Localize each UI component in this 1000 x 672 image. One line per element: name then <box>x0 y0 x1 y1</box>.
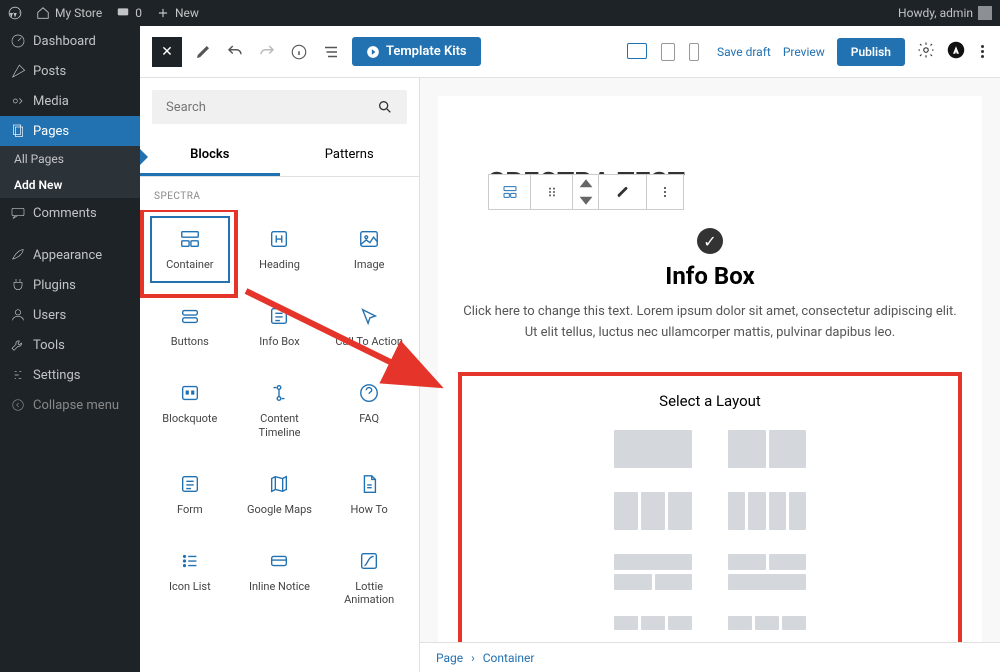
howdy-user[interactable]: Howdy, admin <box>898 6 992 20</box>
preview-link[interactable]: Preview <box>783 45 825 59</box>
layout-option-1col[interactable] <box>614 430 692 468</box>
block-group-title: SPECTRA <box>140 177 419 210</box>
sidebar-item-media[interactable]: Media <box>0 86 140 116</box>
block-form[interactable]: Form <box>148 459 232 530</box>
search-input[interactable] <box>166 100 377 115</box>
wp-logo[interactable] <box>8 6 22 20</box>
more-menu-icon[interactable] <box>977 41 988 62</box>
layout-option-2col[interactable] <box>728 430 806 468</box>
block-call-to-action[interactable]: Call To Action <box>327 291 411 362</box>
tab-blocks[interactable]: Blocks <box>140 136 280 176</box>
container-layout-panel: Select a Layout <box>458 372 962 650</box>
new-content[interactable]: New <box>156 6 199 20</box>
info-box-block[interactable]: ✓ Info Box Click here to change this tex… <box>458 228 962 344</box>
layout-option-1-3[interactable] <box>614 616 692 630</box>
editor-topbar: ✕ Template Kits Save draft Preview Publi… <box>140 26 1000 78</box>
list-view-icon[interactable] <box>320 41 342 63</box>
site-name: My Store <box>55 6 102 20</box>
block-image[interactable]: Image <box>327 214 411 285</box>
undo-icon[interactable] <box>224 41 246 63</box>
info-box-text[interactable]: Click here to change this text. Lorem ip… <box>458 302 962 344</box>
crumb-page[interactable]: Page <box>436 651 463 665</box>
edit-tool-icon[interactable] <box>192 41 214 63</box>
tab-patterns[interactable]: Patterns <box>280 136 420 176</box>
admin-sidebar: Dashboard Posts Media Pages All Pages Ad… <box>0 26 140 672</box>
sidebar-sub-add-new[interactable]: Add New <box>0 172 140 198</box>
sidebar-item-pages[interactable]: Pages <box>0 116 140 146</box>
publish-button[interactable]: Publish <box>837 38 905 66</box>
edit-block-icon[interactable] <box>599 175 647 209</box>
block-more-icon[interactable] <box>647 175 683 209</box>
template-kits-button[interactable]: Template Kits <box>352 37 481 66</box>
block-search[interactable] <box>152 90 407 124</box>
sidebar-sub-all-pages[interactable]: All Pages <box>0 146 140 172</box>
block-lottie-animation[interactable]: Lottie Animation <box>327 536 411 620</box>
mobile-view-icon[interactable] <box>689 43 699 61</box>
block-container[interactable]: Container <box>148 214 232 285</box>
block-toolbar <box>488 174 684 210</box>
sidebar-item-plugins[interactable]: Plugins <box>0 270 140 300</box>
block-inline-notice[interactable]: Inline Notice <box>238 536 322 620</box>
crumb-container[interactable]: Container <box>483 651 535 665</box>
block-blockquote[interactable]: Blockquote <box>148 368 232 452</box>
layout-option-4col[interactable] <box>728 492 806 530</box>
sidebar-item-collapse[interactable]: Collapse menu <box>0 390 140 420</box>
block-content-timeline[interactable]: Content Timeline <box>238 368 322 452</box>
drag-handle-icon[interactable] <box>531 175 573 209</box>
block-how-to[interactable]: How To <box>327 459 411 530</box>
close-inserter-button[interactable]: ✕ <box>152 37 182 67</box>
astra-icon[interactable] <box>947 41 965 62</box>
block-inserter-panel: Blocks Patterns SPECTRA Container Headin… <box>140 78 420 672</box>
block-info-box[interactable]: Info Box <box>238 291 322 362</box>
sidebar-item-posts[interactable]: Posts <box>0 56 140 86</box>
comments-count[interactable]: 0 <box>116 6 142 20</box>
desktop-view-icon[interactable] <box>627 43 647 59</box>
layout-option-1-2[interactable] <box>614 554 692 592</box>
layout-option-3-1[interactable] <box>728 616 806 630</box>
block-buttons[interactable]: Buttons <box>148 291 232 362</box>
block-faq[interactable]: FAQ <box>327 368 411 452</box>
move-updown-icon[interactable] <box>573 175 599 209</box>
block-icon-list[interactable]: Icon List <box>148 536 232 620</box>
settings-gear-icon[interactable] <box>917 41 935 62</box>
info-box-title[interactable]: Info Box <box>458 262 962 290</box>
block-breadcrumb: Page › Container <box>420 642 1000 672</box>
avatar-icon <box>978 6 992 20</box>
search-icon <box>377 99 393 115</box>
info-icon[interactable] <box>288 41 310 63</box>
site-home[interactable]: My Store <box>36 6 102 20</box>
editor-canvas: SPECTRA TEST ✓ Info Box Click here to ch… <box>420 78 1000 672</box>
sidebar-item-tools[interactable]: Tools <box>0 330 140 360</box>
tablet-view-icon[interactable] <box>661 43 675 61</box>
layout-panel-title: Select a Layout <box>478 392 942 410</box>
block-heading[interactable]: Heading <box>238 214 322 285</box>
check-circle-icon: ✓ <box>697 228 723 254</box>
layout-option-2-1[interactable] <box>728 554 806 592</box>
sidebar-item-appearance[interactable]: Appearance <box>0 240 140 270</box>
block-google-maps[interactable]: Google Maps <box>238 459 322 530</box>
save-draft-link[interactable]: Save draft <box>717 45 771 59</box>
redo-icon[interactable] <box>256 41 278 63</box>
sidebar-item-comments[interactable]: Comments <box>0 198 140 228</box>
block-type-icon[interactable] <box>489 175 531 209</box>
layout-option-3col[interactable] <box>614 492 692 530</box>
sidebar-item-users[interactable]: Users <box>0 300 140 330</box>
sidebar-item-settings[interactable]: Settings <box>0 360 140 390</box>
sidebar-item-dashboard[interactable]: Dashboard <box>0 26 140 56</box>
